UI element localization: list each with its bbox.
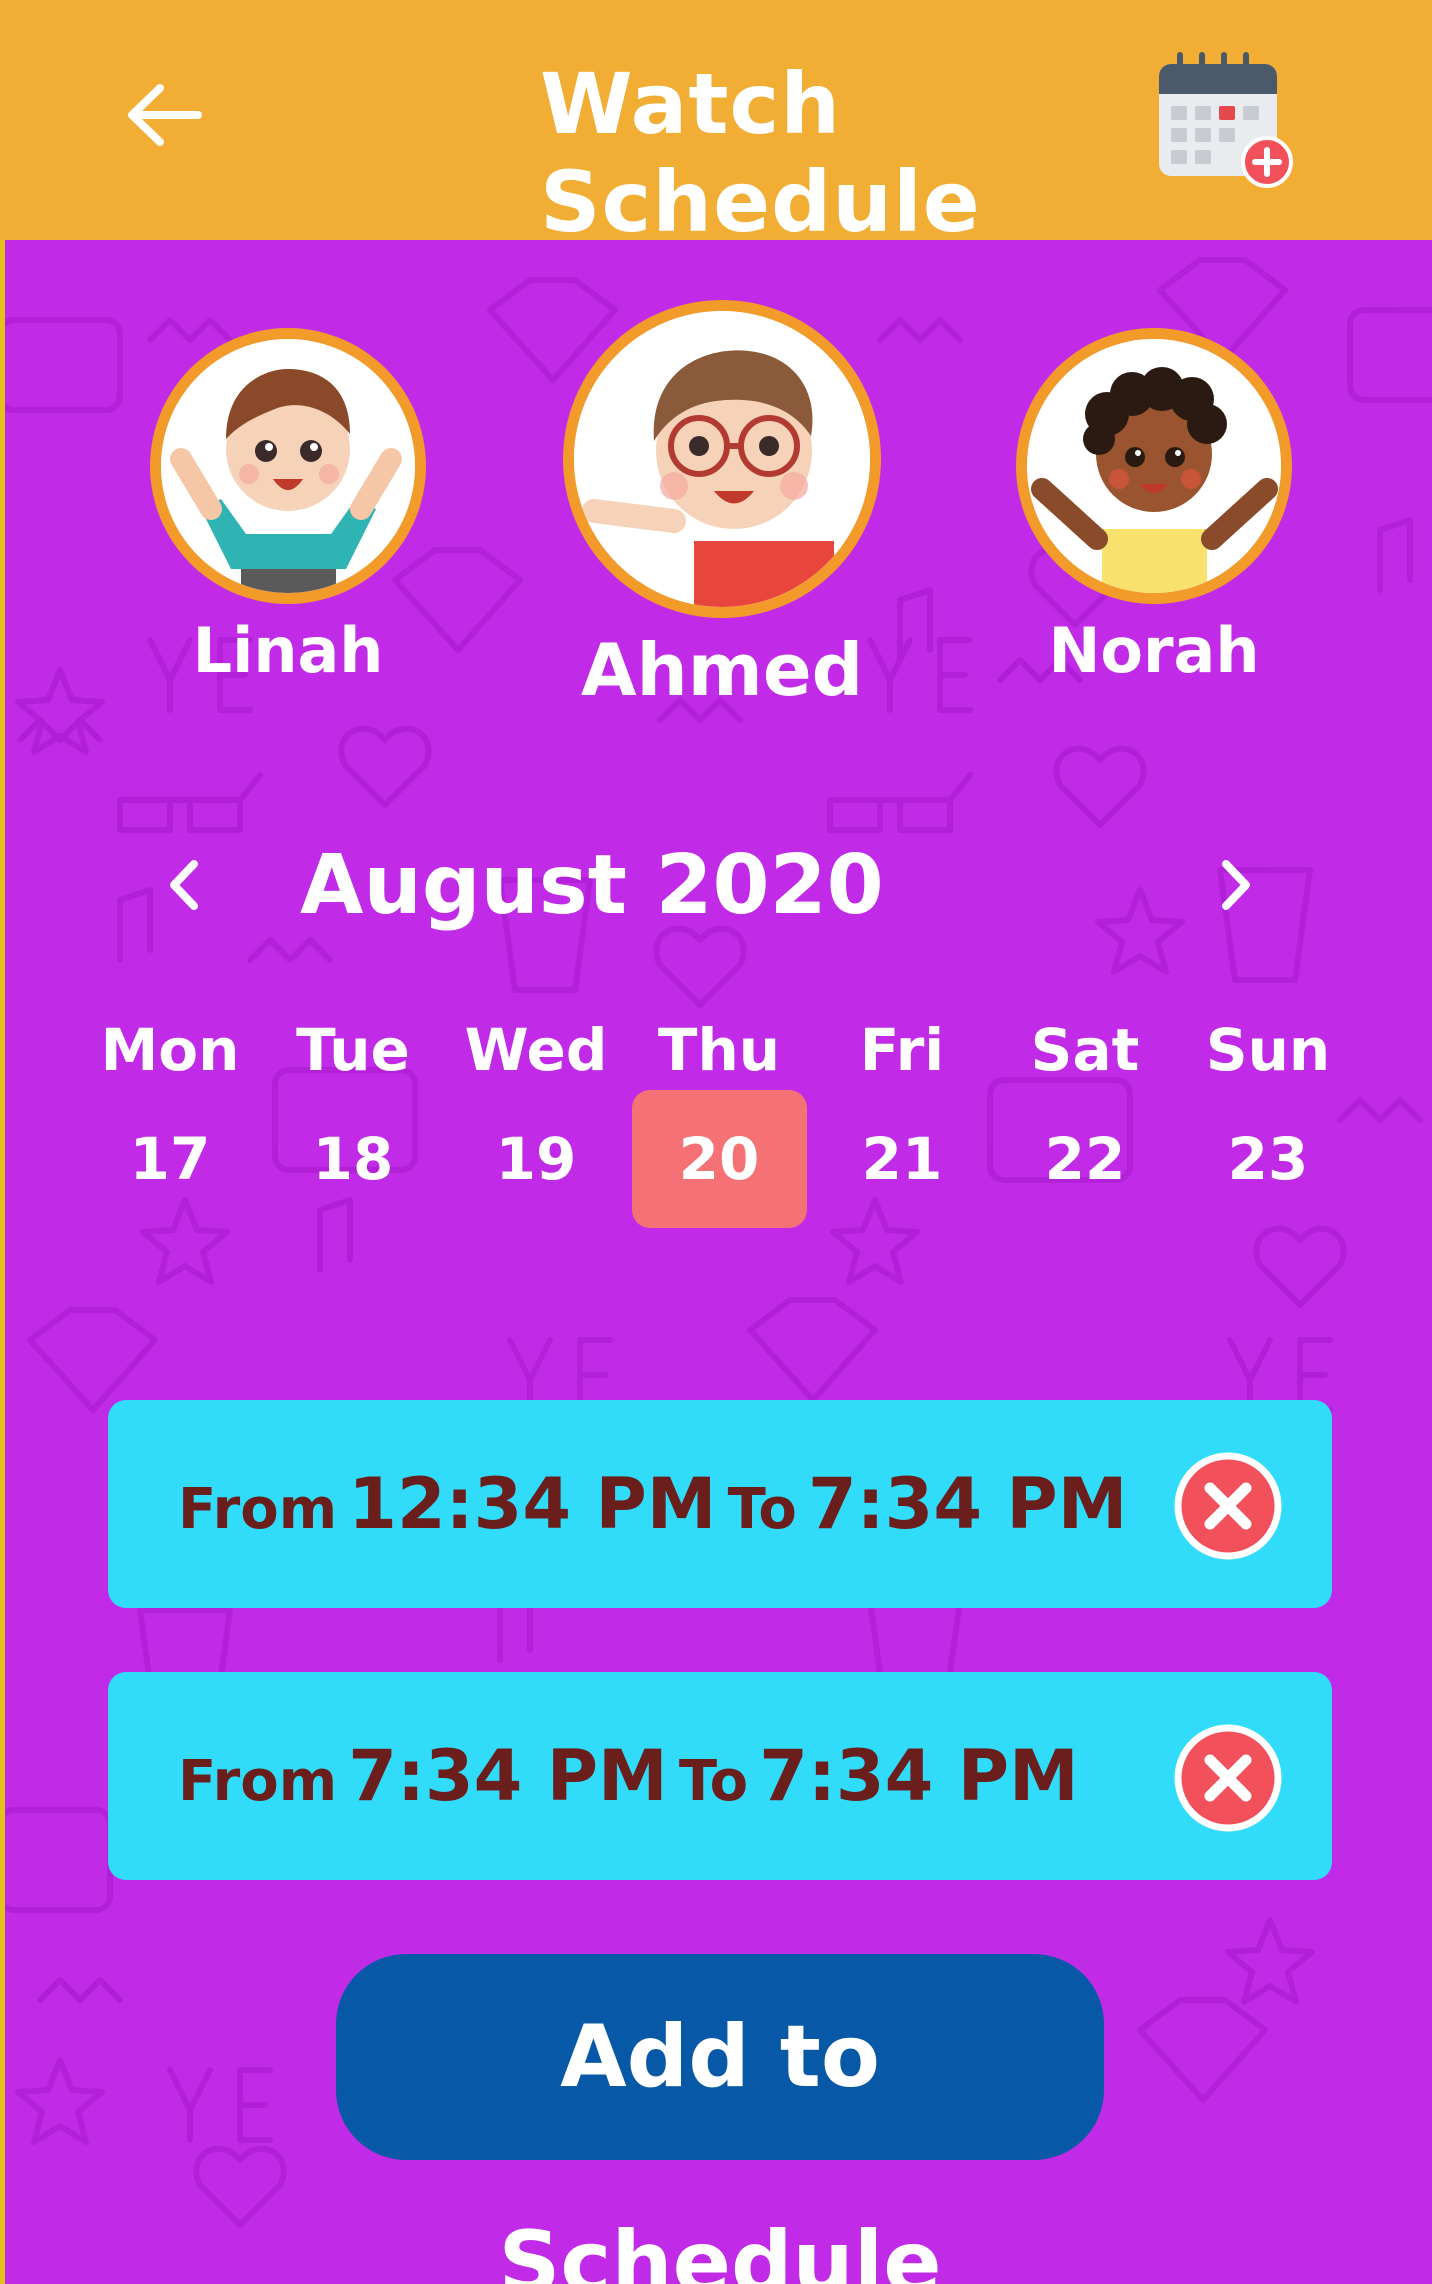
day-name: Sat (1030, 1016, 1140, 1084)
to-time[interactable]: 7:34 PM (808, 1463, 1127, 1545)
from-label: From (178, 1749, 338, 1814)
day-column: Sun 23 (1178, 1010, 1358, 1228)
day-column: Fri 21 (812, 1010, 992, 1228)
day-column: Thu 20 (629, 1010, 809, 1228)
from-time[interactable]: 12:34 PM (348, 1463, 716, 1545)
day-column: Wed 19 (446, 1010, 626, 1228)
day-number[interactable]: 22 (998, 1090, 1173, 1228)
calendar-add-icon[interactable] (1155, 50, 1295, 190)
kid-name-ahmed: Ahmed (580, 628, 864, 712)
schedule-slot[interactable]: From 12:34 PM To 7:34 PM (108, 1400, 1332, 1608)
to-label: To (678, 1749, 749, 1814)
girl-curly-avatar-icon (1027, 339, 1281, 593)
schedule-slot[interactable]: From 7:34 PM To 7:34 PM (108, 1672, 1332, 1880)
slot-text: From 7:34 PM To 7:34 PM (178, 1672, 1079, 1880)
from-time[interactable]: 7:34 PM (348, 1735, 667, 1817)
day-column: Mon 17 (80, 1010, 260, 1228)
close-circle-icon[interactable] (1174, 1452, 1282, 1560)
day-name: Tue (296, 1016, 410, 1084)
from-label: From (178, 1477, 338, 1542)
add-to-schedule-button[interactable]: Add to Schedule (336, 1954, 1104, 2284)
to-label: To (727, 1477, 797, 1542)
day-name: Mon (100, 1016, 240, 1084)
boy-glasses-avatar-icon (574, 311, 870, 607)
kid-name-norah: Norah (1048, 614, 1260, 687)
kid-linah[interactable]: Linah (150, 328, 426, 687)
girl-avatar-icon (161, 339, 415, 593)
close-circle-icon[interactable] (1174, 1724, 1282, 1832)
kid-norah[interactable]: Norah (1016, 328, 1292, 687)
day-number[interactable]: 18 (266, 1090, 441, 1228)
month-label: August 2020 (300, 838, 884, 933)
day-number[interactable]: 21 (815, 1090, 990, 1228)
chevron-left-icon[interactable] (150, 850, 220, 920)
chevron-right-icon[interactable] (1200, 850, 1270, 920)
day-number[interactable]: 19 (449, 1090, 624, 1228)
back-arrow-icon[interactable] (120, 70, 210, 160)
day-number[interactable]: 23 (1181, 1090, 1356, 1228)
day-name: Thu (657, 1016, 781, 1084)
left-edge-bar (0, 0, 5, 2284)
day-number[interactable]: 17 (83, 1090, 258, 1228)
slot-text: From 12:34 PM To 7:34 PM (178, 1400, 1127, 1608)
day-name: Wed (464, 1016, 608, 1084)
month-navigator: August 2020 (140, 830, 1290, 940)
day-column: Tue 18 (263, 1010, 443, 1228)
app-screen: Watch Schedule Linah Ahmed Norah August … (0, 0, 1432, 2284)
page-title: Watch Schedule (540, 55, 981, 251)
day-column: Sat 22 (995, 1010, 1175, 1228)
day-name: Sun (1205, 1016, 1331, 1084)
day-number-selected[interactable]: 20 (631, 1090, 807, 1228)
kid-ahmed[interactable]: Ahmed (562, 300, 882, 712)
day-name: Fri (859, 1016, 945, 1084)
kid-name-linah: Linah (192, 614, 384, 687)
app-header: Watch Schedule (0, 0, 1432, 251)
to-time[interactable]: 7:34 PM (759, 1735, 1078, 1817)
